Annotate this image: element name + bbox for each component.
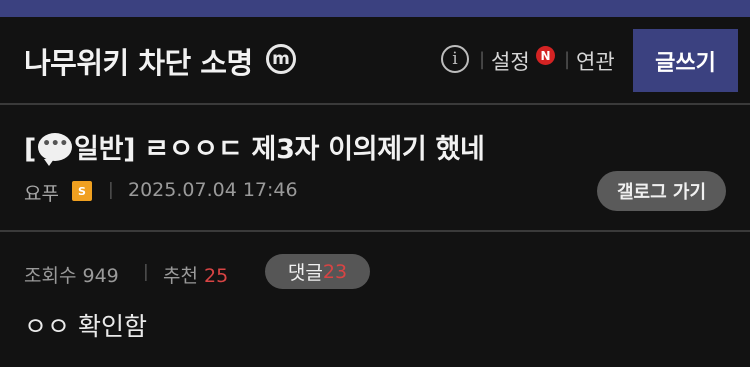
- separator: |: [143, 262, 149, 282]
- gallery-header: 나무위키 차단 소명 m i | 설정 N | 연관 글쓰기: [0, 17, 750, 105]
- minor-gallery-icon: m: [266, 44, 296, 74]
- gallery-title[interactable]: 나무위키 차단 소명: [24, 40, 253, 82]
- settings-link[interactable]: 설정: [491, 46, 530, 76]
- post-title-text: ㄹㅇㅇㄷ 제3자 이의제기 했네: [135, 134, 485, 165]
- separator: |: [479, 49, 486, 70]
- gallog-button[interactable]: 갤로그 가기: [597, 171, 726, 211]
- divider: [0, 230, 750, 232]
- recommend-number: 25: [204, 265, 229, 287]
- speech-bubble-icon: •••: [38, 133, 73, 166]
- post-category: 일반]: [74, 134, 136, 165]
- info-icon[interactable]: i: [441, 45, 469, 73]
- view-count: 조회수 949: [24, 265, 119, 287]
- new-badge: N: [536, 46, 555, 65]
- user-level-icon: S: [72, 181, 92, 201]
- separator: |: [564, 49, 571, 70]
- recommend-label: 추천: [163, 265, 198, 287]
- top-accent-bar: [0, 0, 750, 17]
- title-bracket: [: [24, 134, 37, 165]
- related-link[interactable]: 연관: [576, 46, 615, 76]
- comment-number: 23: [322, 260, 348, 283]
- comment-label: 댓글: [287, 262, 323, 284]
- author-name[interactable]: 요푸: [24, 179, 59, 206]
- post-body: ㅇㅇ 확인함: [24, 312, 147, 341]
- recommend-count: 추천 25: [163, 261, 228, 288]
- separator: |: [108, 180, 114, 200]
- comment-button[interactable]: 댓글 23: [265, 254, 370, 289]
- post-date: 2025.07.04 17:46: [128, 179, 298, 201]
- post-title: [••• 일반] ㄹㅇㅇㄷ 제3자 이의제기 했네: [24, 127, 485, 166]
- write-button[interactable]: 글쓰기: [633, 29, 738, 92]
- divider: [0, 103, 750, 105]
